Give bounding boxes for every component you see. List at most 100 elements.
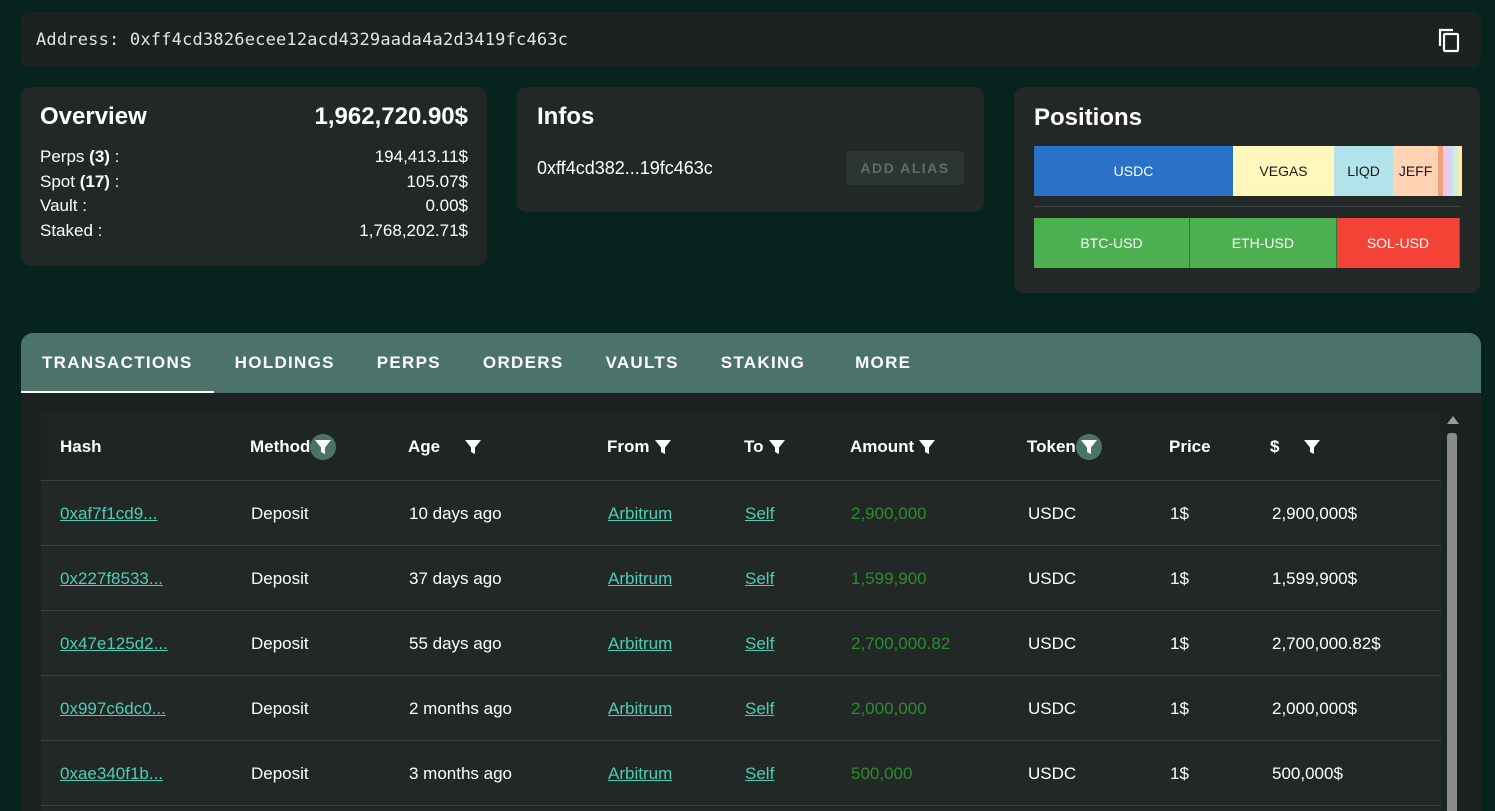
- token-cell: USDC: [1028, 633, 1077, 653]
- amount-cell-container: 2,900,000: [851, 481, 927, 546]
- age-cell-container: 55 days ago: [409, 611, 502, 676]
- spot-position-segment[interactable]: JEFF: [1393, 146, 1439, 196]
- from-link[interactable]: Arbitrum: [608, 569, 672, 589]
- perp-position-segment[interactable]: BTC-USD: [1034, 218, 1190, 268]
- overview-row-name: Staked :: [40, 220, 103, 240]
- header-token[interactable]: Token: [1027, 413, 1102, 481]
- to-link-container: Self: [745, 481, 774, 546]
- header-price[interactable]: Price: [1169, 413, 1211, 481]
- token-cell-container: USDC: [1028, 611, 1076, 676]
- header-amount[interactable]: Amount: [850, 413, 940, 481]
- age-cell: 2 months ago: [409, 698, 513, 718]
- perp-allocation-bar: BTC-USD ETH-USD SOL-USD: [1034, 218, 1460, 268]
- header-hash[interactable]: Hash: [60, 413, 102, 481]
- infos-title: Infos: [537, 103, 595, 130]
- price-cell: 1$: [1170, 568, 1189, 588]
- filter-icon[interactable]: [914, 434, 940, 460]
- price-cell: 1$: [1170, 503, 1189, 523]
- amount-cell: 500,000: [851, 763, 913, 783]
- hash-link[interactable]: 0x227f8533...: [60, 569, 163, 589]
- usd-value-cell: 2,900,000$: [1272, 503, 1358, 523]
- header-method-label: Method: [250, 437, 311, 456]
- from-link[interactable]: Arbitrum: [608, 764, 672, 784]
- spot-position-segment[interactable]: [1457, 146, 1462, 196]
- header-token-label: Token: [1027, 437, 1076, 456]
- overview-title: Overview: [40, 103, 147, 130]
- filter-icon[interactable]: [650, 434, 676, 460]
- hash-link[interactable]: 0x997c6dc0...: [60, 699, 166, 719]
- table-row: 0xae340f1b... Deposit 3 months ago Arbitrum…: [41, 741, 1441, 806]
- positions-card: Positions USDC VEGAS LIQD JEFF BTC-USD ETH-U…: [1014, 87, 1480, 293]
- tab-transactions[interactable]: TRANSACTIONS: [21, 333, 214, 393]
- add-alias-button[interactable]: ADD ALIAS: [846, 151, 964, 185]
- method-cell-container: Deposit: [251, 741, 309, 806]
- infos-card: Infos 0xff4cd382...19fc463c ADD ALIAS: [517, 87, 984, 212]
- perp-position-segment[interactable]: ETH-USD: [1189, 218, 1337, 268]
- vertical-scrollbar[interactable]: [1446, 413, 1459, 811]
- hash-link-container: 0x227f8533...: [60, 546, 163, 611]
- tab-holdings[interactable]: HOLDINGS: [214, 333, 356, 393]
- scroll-up-arrow-icon[interactable]: [1447, 416, 1459, 424]
- to-link[interactable]: Self: [745, 634, 774, 654]
- usd-value-cell-container: 2,900,000$: [1272, 481, 1357, 546]
- price-cell-container: 1$: [1170, 611, 1189, 676]
- to-link-container: Self: [745, 741, 774, 806]
- overview-row-suffix: :: [109, 147, 120, 166]
- to-link[interactable]: Self: [745, 569, 774, 589]
- filter-icon[interactable]: [764, 434, 790, 460]
- usd-value-cell-container: 2,000,000$: [1272, 676, 1357, 741]
- hash-link[interactable]: 0x47e125d2...: [60, 634, 168, 654]
- token-cell: USDC: [1028, 503, 1077, 523]
- token-cell-container: USDC: [1028, 481, 1076, 546]
- to-link[interactable]: Self: [745, 504, 774, 524]
- table-row: 0x997c6dc0... Deposit 2 months ago Arbitrum…: [41, 676, 1441, 741]
- copy-icon[interactable]: [1435, 26, 1463, 54]
- to-link[interactable]: Self: [745, 699, 774, 719]
- from-link[interactable]: Arbitrum: [608, 634, 672, 654]
- overview-row: Spot (17) : 105.07$: [40, 170, 468, 195]
- table-header: Hash Method Age From To Amount Token Pri…: [41, 413, 1441, 481]
- method-cell: Deposit: [251, 763, 309, 783]
- filter-icon[interactable]: [1075, 434, 1102, 460]
- perp-position-segment[interactable]: SOL-USD: [1336, 218, 1460, 268]
- from-link[interactable]: Arbitrum: [608, 699, 672, 719]
- amount-cell: 2,900,000: [851, 503, 927, 523]
- to-link[interactable]: Self: [745, 764, 774, 784]
- method-cell-container: Deposit: [251, 481, 309, 546]
- header-from-label: From: [607, 437, 650, 456]
- spot-position-segment[interactable]: USDC: [1034, 146, 1234, 196]
- filter-icon[interactable]: [1299, 434, 1325, 460]
- usd-value-cell-container: 1,599,900$: [1272, 546, 1357, 611]
- usd-value-cell: 2,700,000.82$: [1272, 633, 1381, 653]
- amount-cell-container: 500,000: [851, 741, 912, 806]
- hash-link[interactable]: 0xae340f1b...: [60, 764, 163, 784]
- tab-more[interactable]: MORE: [826, 333, 932, 393]
- price-cell: 1$: [1170, 633, 1189, 653]
- tab-vaults[interactable]: VAULTS: [584, 333, 699, 393]
- header-age[interactable]: Age: [408, 413, 486, 481]
- amount-cell: 1,599,900: [851, 568, 927, 588]
- overview-row-suffix: :: [109, 171, 120, 191]
- hash-link-container: 0x47e125d2...: [60, 611, 168, 676]
- overview-row-value: 0.00$: [425, 196, 468, 215]
- from-link-container: Arbitrum: [608, 676, 672, 741]
- from-link[interactable]: Arbitrum: [608, 504, 672, 524]
- scroll-thumb[interactable]: [1447, 433, 1457, 811]
- age-cell-container: 37 days ago: [409, 546, 502, 611]
- header-to[interactable]: To: [744, 413, 790, 481]
- header-usd[interactable]: $: [1270, 413, 1325, 481]
- spot-position-segment[interactable]: VEGAS: [1233, 146, 1335, 196]
- spot-position-segment[interactable]: LIQD: [1334, 146, 1394, 196]
- filter-icon[interactable]: [460, 434, 486, 460]
- overview-row: Perps (3) : 194,413.11$: [40, 145, 468, 170]
- tab-orders[interactable]: ORDERS: [462, 333, 585, 393]
- overview-row-label: Spot (17) :: [40, 170, 119, 195]
- tab-staking[interactable]: STAKING: [700, 333, 826, 393]
- hash-link-container: 0xae340f1b...: [60, 741, 163, 806]
- tab-perps[interactable]: PERPS: [356, 333, 462, 393]
- header-method[interactable]: Method: [250, 413, 337, 481]
- filter-icon[interactable]: [310, 434, 337, 460]
- header-from[interactable]: From: [607, 413, 676, 481]
- from-link-container: Arbitrum: [608, 481, 672, 546]
- hash-link[interactable]: 0xaf7f1cd9...: [60, 504, 157, 524]
